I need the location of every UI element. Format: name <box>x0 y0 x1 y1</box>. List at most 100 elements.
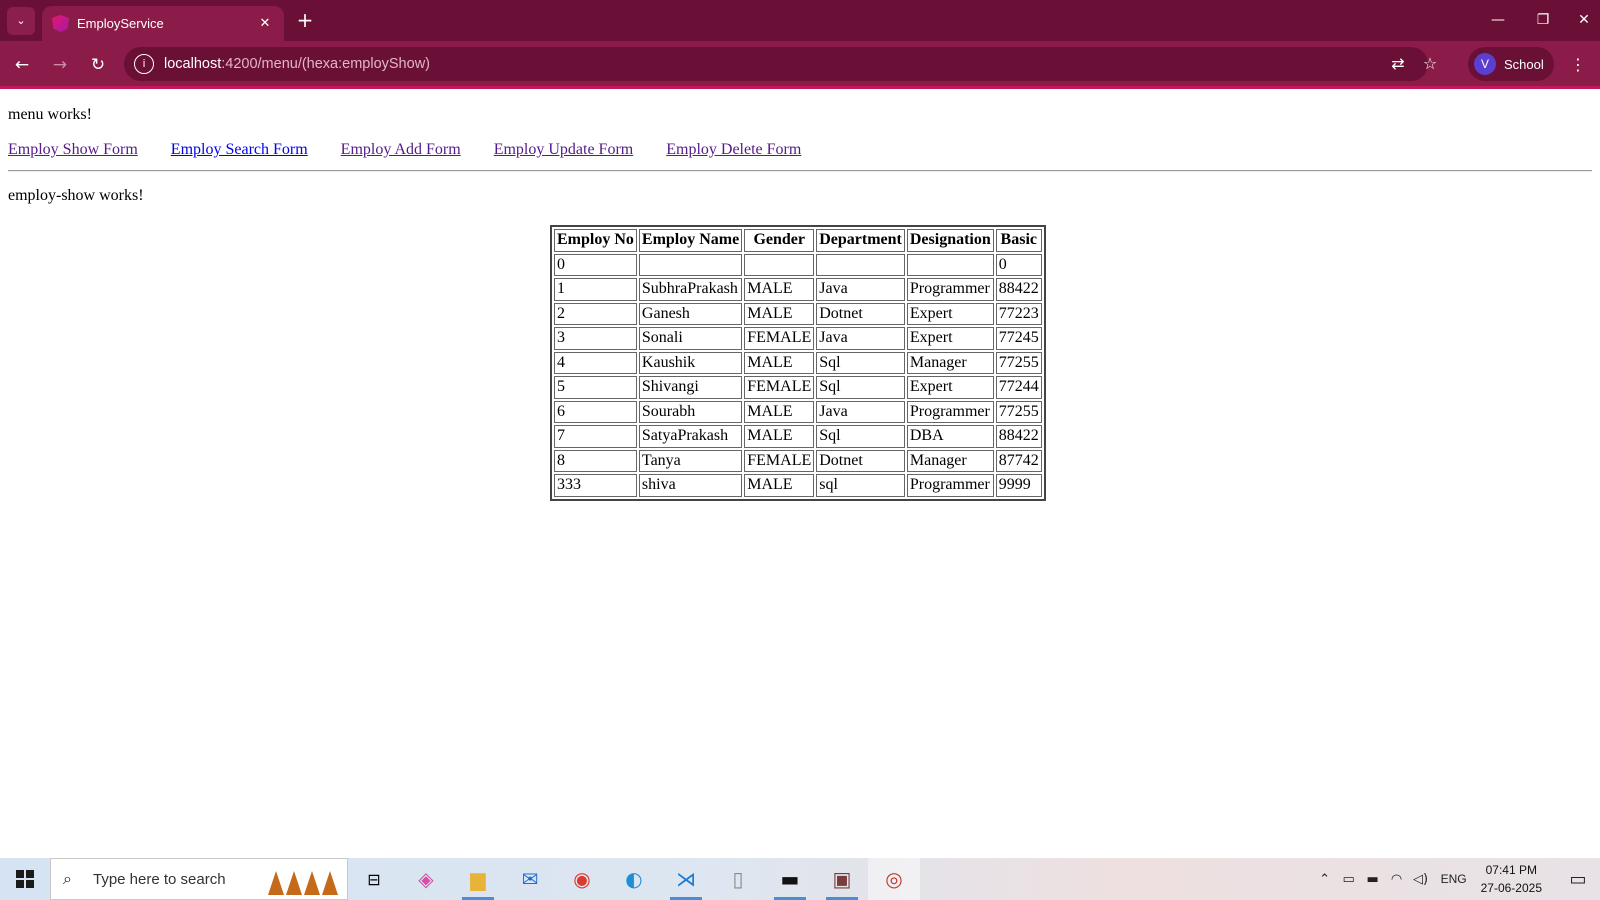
notepad-button[interactable]: ▯ <box>712 858 764 900</box>
tab-search-button[interactable]: ⌄ <box>7 6 35 35</box>
copilot-button[interactable]: ◈ <box>400 858 452 900</box>
table-row: 3 Sonali FEMALE Java Expert 77245 <box>554 327 1042 350</box>
chevron-down-icon: ⌄ <box>16 14 26 27</box>
bookmark-star-icon[interactable]: ☆ <box>1420 54 1440 74</box>
reload-button[interactable]: ↻ <box>84 51 112 79</box>
table-cell: 6 <box>554 400 637 423</box>
table-cell: 3 <box>554 327 637 350</box>
table-cell: Sonali <box>638 327 743 350</box>
table-cell <box>906 253 994 276</box>
copilot-icon: ◈ <box>418 867 434 891</box>
table-cell: 9999 <box>995 474 1042 497</box>
search-highlight-art-icon <box>265 863 341 895</box>
table-body: 0 0 1 SubhraPrakash MALE Java Programmer 88422 2… <box>554 253 1042 497</box>
menu-works-text: menu works! <box>8 106 92 123</box>
table-cell <box>744 253 815 276</box>
language-indicator[interactable]: ENG <box>1441 872 1467 886</box>
start-button[interactable] <box>0 858 50 900</box>
table-cell: Shivangi <box>638 376 743 399</box>
employ-show-works-text: employ-show works! <box>8 187 144 204</box>
battery-icon[interactable]: ▬ <box>1361 872 1385 887</box>
translate-icon[interactable]: ⇄ <box>1388 54 1408 74</box>
table-cell: Dotnet <box>816 302 905 325</box>
table-cell: SatyaPrakash <box>638 425 743 448</box>
close-window-button[interactable]: ✕ <box>1564 8 1600 32</box>
table-cell: Sql <box>816 351 905 374</box>
url-path: :4200/menu/(hexa:employShow) <box>221 56 430 72</box>
nav-link-show[interactable]: Employ Show Form <box>8 141 138 159</box>
table-cell: SubhraPrakash <box>638 278 743 301</box>
table-cell: Sourabh <box>638 400 743 423</box>
new-tab-button[interactable]: + <box>294 9 316 31</box>
folder-icon: ▆ <box>470 867 486 891</box>
forward-button[interactable]: → <box>46 51 74 79</box>
volume-icon[interactable]: ◁) <box>1409 872 1433 887</box>
employ-nav: Employ Show Form Employ Search Form Empl… <box>8 141 834 159</box>
browser-menu-icon[interactable]: ⋮ <box>1568 51 1588 79</box>
table-cell: 2 <box>554 302 637 325</box>
table-cell: FEMALE <box>744 449 815 472</box>
clock[interactable]: 07:41 PM 27-06-2025 <box>1481 861 1542 897</box>
table-cell: Sql <box>816 376 905 399</box>
employee-table: Employ No Employ Name Gender Department … <box>550 225 1046 501</box>
table-row: 00 <box>554 253 1042 276</box>
table-row: 4 Kaushik MALE Sql Manager 77255 <box>554 351 1042 374</box>
notification-icon[interactable]: ▭ <box>1556 869 1600 890</box>
nav-link-add[interactable]: Employ Add Form <box>341 141 461 159</box>
col-header: Department <box>816 229 905 252</box>
mail-button[interactable]: ✉ <box>504 858 556 900</box>
site-info-icon[interactable]: i <box>134 54 154 74</box>
col-header: Employ Name <box>638 229 743 252</box>
terminal-icon: ▬ <box>780 867 800 891</box>
chevron-up-icon[interactable]: ⌃ <box>1313 872 1337 887</box>
meet-now-icon[interactable]: ▭ <box>1337 872 1361 887</box>
table-cell: 77245 <box>995 327 1042 350</box>
table-cell: MALE <box>744 474 815 497</box>
chrome-profile-button[interactable]: ◎ <box>868 858 920 900</box>
address-bar[interactable]: i localhost:4200/menu/(hexa:employShow) … <box>124 47 1437 81</box>
chrome-button[interactable]: ◉ <box>556 858 608 900</box>
angular-favicon-icon <box>52 15 69 32</box>
close-tab-icon[interactable]: ✕ <box>256 16 274 31</box>
restore-button[interactable]: ❐ <box>1523 8 1563 32</box>
table-cell: 5 <box>554 376 637 399</box>
vscode-button[interactable]: ⋊ <box>660 858 712 900</box>
col-header: Gender <box>744 229 815 252</box>
windows-logo-icon <box>16 870 34 888</box>
table-cell: Ganesh <box>638 302 743 325</box>
table-cell: 88422 <box>995 278 1042 301</box>
search-placeholder: Type here to search <box>93 870 226 888</box>
minimize-button[interactable]: — <box>1478 8 1518 32</box>
table-cell: 77223 <box>995 302 1042 325</box>
browser-tab[interactable]: EmployService ✕ <box>42 6 284 41</box>
back-button[interactable]: ← <box>8 51 36 79</box>
terminal-button[interactable]: ▬ <box>764 858 816 900</box>
table-cell: 77255 <box>995 351 1042 374</box>
edge-button[interactable]: ◐ <box>608 858 660 900</box>
taskbar: ⌕ Type here to search ⊟ ◈ ▆ ✉ ◉ ◐ ⋊ ▯ ▬ … <box>0 858 1600 900</box>
browser-toolbar: ← → ↻ i localhost:4200/menu/(hexa:employ… <box>0 41 1600 89</box>
task-view-button[interactable]: ⊟ <box>348 858 400 900</box>
file-explorer-button[interactable]: ▆ <box>452 858 504 900</box>
mail-icon: ✉ <box>521 867 539 891</box>
page-content: menu works! Employ Show Form Employ Sear… <box>0 92 1600 858</box>
col-header: Designation <box>906 229 994 252</box>
table-row: 8 Tanya FEMALE Dotnet Manager 87742 <box>554 449 1042 472</box>
table-row: 333 shiva MALE sql Programmer 9999 <box>554 474 1042 497</box>
system-tray: ⌃ ▭ ▬ ◠ ◁) ENG 07:41 PM 27-06-2025 ▭ <box>1313 858 1600 900</box>
chrome-icon: ◉ <box>573 867 591 891</box>
table-row: 2 Ganesh MALE Dotnet Expert 77223 <box>554 302 1042 325</box>
table-cell: Expert <box>906 302 994 325</box>
app-icon: ▣ <box>832 867 852 891</box>
url-host: localhost <box>164 56 222 72</box>
wifi-icon[interactable]: ◠ <box>1385 872 1409 887</box>
nav-link-search[interactable]: Employ Search Form <box>171 141 308 159</box>
table-cell: Tanya <box>638 449 743 472</box>
taskbar-search[interactable]: ⌕ Type here to search <box>50 858 348 900</box>
nav-link-update[interactable]: Employ Update Form <box>494 141 634 159</box>
table-cell: 0 <box>995 253 1042 276</box>
profile-button[interactable]: V School <box>1468 47 1554 81</box>
app-button[interactable]: ▣ <box>816 858 868 900</box>
clock-time: 07:41 PM <box>1485 863 1537 877</box>
nav-link-delete[interactable]: Employ Delete Form <box>666 141 801 159</box>
